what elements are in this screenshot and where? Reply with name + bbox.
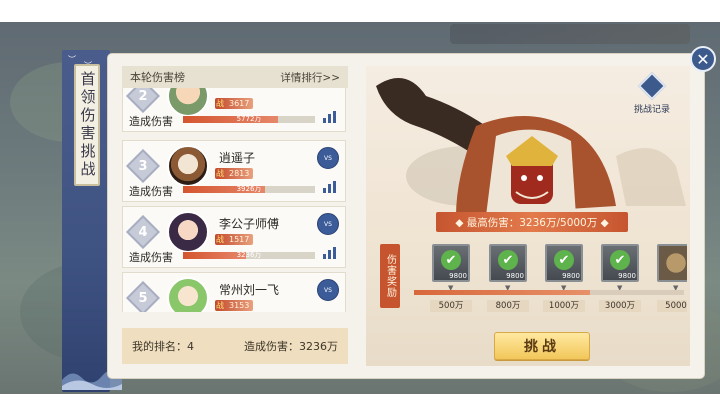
damage-board-header: 本轮伤害榜 详情排行>> [122, 66, 348, 88]
reward-threshold: 800万 [487, 300, 529, 312]
damage-value: 3926万 [236, 185, 262, 193]
damage-value: 5772万 [236, 115, 262, 123]
power-tag: 3153 [215, 300, 254, 311]
event-title-plaque: 首领伤害挑战 [74, 64, 100, 186]
damage-bar: 5772万 [183, 115, 315, 123]
damage-reward-label: 伤害奖励 [380, 244, 400, 308]
damage-board-title: 本轮伤害榜 [130, 71, 185, 84]
highest-damage-banner: ◆ 最高伤害：3236万/5000万 ◆ [436, 212, 628, 232]
top-hud [450, 24, 690, 44]
my-rank: 我的排名：4 [132, 340, 194, 353]
avatar[interactable] [167, 88, 209, 117]
challenge-record-label: 挑战记录 [633, 105, 670, 115]
rank-number: 4 [138, 224, 148, 240]
claimed-check-icon: ✔ [441, 250, 461, 270]
avatar[interactable] [167, 145, 209, 187]
rank-number: 5 [138, 290, 148, 306]
player-name: 李公子师傅 [219, 217, 280, 231]
rank-row[interactable]: 3 逍遥子 2813 VS 造成伤害 3926万 [122, 140, 346, 202]
stats-icon[interactable] [323, 111, 337, 123]
rank-row[interactable]: 5 常州刘一飞 3153 VS [122, 272, 346, 312]
damage-progress-bar [414, 290, 684, 295]
damage-label: 造成伤害 [129, 185, 173, 198]
reward-item[interactable]: ✔ 9800 ▼ 1000万 [543, 244, 585, 320]
power-tag: 2813 [215, 168, 254, 179]
reward-quantity: 9800 [618, 272, 636, 280]
damage-board-list[interactable]: 2 3617 造成伤害 5772万 3 逍遥子 2813 VS 造成伤害 392… [122, 88, 348, 312]
damage-bar: 3926万 [183, 185, 315, 193]
reward-threshold: 5000 [657, 300, 687, 312]
rank-row[interactable]: 4 李公子师傅 1517 VS 造成伤害 3236万 [122, 206, 346, 268]
player-name: 常州刘一飞 [219, 283, 280, 297]
my-rank-bar: 我的排名：4 造成伤害：3236万 [122, 328, 348, 364]
event-title: 首领伤害挑战 [78, 71, 97, 179]
rank-number: 2 [138, 88, 148, 104]
reward-quantity: 9800 [449, 272, 467, 280]
stats-icon[interactable] [323, 181, 337, 193]
damage-value: 3236万 [236, 251, 262, 259]
reward-quantity: 9800 [506, 272, 524, 280]
challenge-button[interactable]: 挑战 [494, 332, 590, 360]
detail-ranking-link[interactable]: 详情排行>> [280, 70, 340, 85]
claimed-check-icon: ✔ [610, 250, 630, 270]
reward-quantity: 9800 [562, 272, 580, 280]
close-button[interactable]: ✕ [690, 46, 716, 72]
power-tag: 1517 [215, 234, 254, 245]
damage-progress-fill [414, 290, 590, 295]
claimed-check-icon: ✔ [498, 250, 518, 270]
my-damage: 造成伤害：3236万 [244, 340, 338, 353]
challenge-record-button[interactable]: 挑战记录 [630, 71, 674, 116]
reward-box [657, 244, 687, 282]
record-icon [637, 71, 667, 101]
view-team-icon[interactable]: VS [317, 279, 339, 301]
avatar[interactable] [167, 211, 209, 253]
rank-row[interactable]: 2 3617 造成伤害 5772万 [122, 88, 346, 132]
power-tag: 3617 [215, 98, 254, 109]
reward-item[interactable]: ✔ 9800 ▼ 3000万 [599, 244, 641, 320]
stats-icon[interactable] [323, 247, 337, 259]
damage-label: 造成伤害 [129, 251, 173, 264]
reward-item[interactable]: ▼ 5000 [657, 244, 687, 320]
reward-item[interactable]: ✔ 9800 ▼ 500万 [430, 244, 472, 320]
claimed-check-icon: ✔ [554, 250, 574, 270]
avatar[interactable] [167, 277, 209, 312]
damage-bar: 3236万 [183, 251, 315, 259]
reward-threshold: 500万 [430, 300, 472, 312]
player-name: 逍遥子 [219, 151, 256, 165]
reward-threshold: 3000万 [599, 300, 641, 312]
view-team-icon[interactable]: VS [317, 147, 339, 169]
damage-label: 造成伤害 [129, 115, 173, 128]
rank-number: 3 [138, 158, 148, 174]
close-icon: ✕ [696, 49, 710, 69]
reward-item[interactable]: ✔ 9800 ▼ 800万 [487, 244, 529, 320]
reward-threshold: 1000万 [543, 300, 585, 312]
view-team-icon[interactable]: VS [317, 213, 339, 235]
